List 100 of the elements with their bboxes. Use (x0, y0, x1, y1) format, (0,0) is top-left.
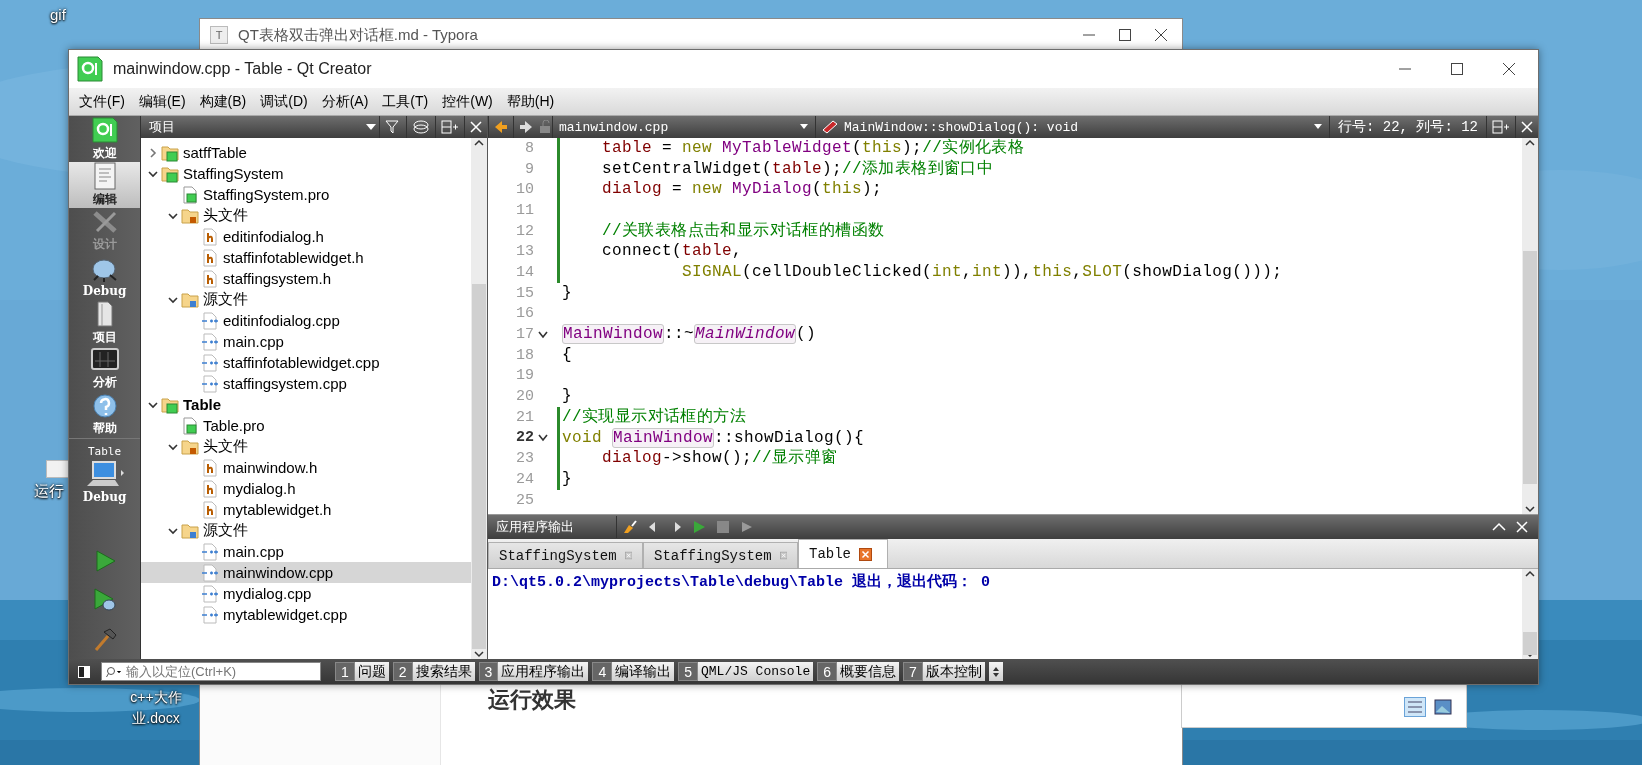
panel-title: 应用程序输出 (495, 518, 575, 536)
close-icon[interactable] (859, 547, 872, 561)
line-number: 17 (515, 326, 534, 344)
mode-tab[interactable]: Debug (69, 254, 140, 300)
project-folder-icon (161, 395, 179, 414)
tree-item[interactable]: 源文件 (141, 289, 471, 310)
sync-icon[interactable] (412, 120, 430, 134)
tree-item[interactable]: satffTable (141, 142, 471, 163)
mode-tab[interactable]: 编辑 (69, 162, 140, 208)
split-icon[interactable] (441, 120, 459, 134)
tree-item[interactable]: editinfodialog.cpp (141, 310, 471, 331)
code-line: SIGNAL(cellDoubleClicked(int,int)),this,SLOT(showDialog())); (681, 262, 1283, 283)
header-file-icon (201, 479, 219, 498)
maximize-icon[interactable] (1118, 28, 1132, 42)
menu-item[interactable]: 文件(F) (73, 89, 131, 114)
thumbnail-view-icon[interactable] (1432, 697, 1454, 717)
scroll-thumb[interactable] (472, 283, 486, 649)
tree-item[interactable]: StaffingSystem.pro (141, 184, 471, 205)
line-number: 25 (515, 491, 534, 509)
back-icon[interactable] (494, 120, 508, 134)
app-logo-icon (75, 55, 105, 83)
folder-icon (181, 206, 199, 225)
menu-item[interactable]: 编辑(E) (132, 89, 192, 114)
dropdown-icon[interactable] (799, 123, 809, 131)
menu-item[interactable]: 分析(A) (315, 89, 375, 114)
code-line: } (561, 469, 572, 490)
output-tab[interactable]: StaffingSystem (488, 542, 643, 568)
source-file-icon (201, 332, 219, 351)
stop-icon[interactable] (716, 520, 730, 534)
scrollbar[interactable] (1522, 569, 1538, 659)
folder-icon (181, 290, 199, 309)
tree-item[interactable]: 头文件 (141, 436, 471, 457)
header-file-icon (201, 248, 219, 267)
tree-item[interactable]: main.cpp (141, 331, 471, 352)
source-file-icon (201, 542, 219, 561)
tree-item[interactable]: staffingsystem.cpp (141, 373, 471, 394)
menu-item[interactable]: 构建(B) (193, 89, 253, 114)
tree-item[interactable]: mytablewidget.h (141, 499, 471, 520)
source-file-icon (201, 605, 219, 624)
window-title: QT表格双击弹出对话框.md - Typora (238, 25, 478, 45)
tree-item[interactable]: Table (141, 394, 471, 415)
forward-icon[interactable] (519, 120, 533, 134)
sidebar-toggle-icon[interactable] (77, 664, 91, 679)
source-file-icon (201, 563, 219, 582)
symbol-combo[interactable]: MainWindow::showDialog(): void (815, 116, 1329, 138)
code-line: setCentralWidget(table);//添加表格到窗口中 (601, 158, 994, 180)
split-icon[interactable] (1492, 120, 1510, 134)
code-line: MainWindow::~MainWindow() (561, 324, 817, 345)
tree-item[interactable]: mydialog.cpp (141, 583, 471, 604)
menu-item[interactable]: 工具(T) (376, 89, 435, 114)
scroll-thumb[interactable] (1523, 632, 1537, 655)
tree-item[interactable]: staffinfotablewidget.h (141, 247, 471, 268)
mode-tab[interactable]: 分析 (69, 346, 140, 392)
tree-item[interactable]: 头文件 (141, 205, 471, 226)
menu-item[interactable]: 帮助(H) (500, 89, 561, 114)
close-icon[interactable] (1154, 28, 1168, 42)
source-file-icon (201, 584, 219, 603)
tree-item[interactable]: mytablewidget.cpp (141, 604, 471, 625)
header-file-icon (201, 458, 219, 477)
menu-item[interactable]: 调试(D) (254, 89, 314, 114)
tree-item[interactable]: editinfodialog.h (141, 226, 471, 247)
line-number: 20 (515, 388, 534, 406)
clear-icon[interactable] (622, 520, 638, 534)
line-number: 15 (515, 284, 534, 302)
tree-item[interactable]: 源文件 (141, 520, 471, 541)
desktop-icon-label[interactable]: c++大作业.docx (115, 687, 197, 729)
locator-field[interactable]: 输入以定位(Ctrl+K) (101, 662, 321, 681)
panel-title[interactable]: 项目 (141, 118, 363, 136)
dropdown-icon[interactable] (363, 122, 379, 132)
tree-item[interactable]: staffinfotablewidget.cpp (141, 352, 471, 373)
tree-item[interactable]: mainwindow.cpp (141, 562, 471, 583)
mode-tab[interactable]: 欢迎 (69, 116, 140, 162)
mode-tab[interactable]: 帮助 (69, 392, 140, 438)
header-file-icon (201, 500, 219, 519)
filter-icon[interactable] (385, 120, 401, 134)
line-number: 11 (515, 201, 534, 219)
tree-item[interactable]: StaffingSystem (141, 163, 471, 184)
rerun-icon[interactable] (692, 520, 706, 534)
output-tab[interactable]: StaffingSystem (643, 542, 798, 568)
menu-item[interactable]: 控件(W) (436, 89, 499, 114)
scrollbar[interactable] (1522, 138, 1538, 514)
tree-item[interactable]: mainwindow.h (141, 457, 471, 478)
tree-item[interactable]: main.cpp (141, 541, 471, 562)
scroll-thumb[interactable] (1523, 250, 1537, 484)
target-selector[interactable]: Table Debug (69, 438, 140, 510)
maximize-icon[interactable] (1450, 62, 1464, 76)
tree-item[interactable]: mydialog.h (141, 478, 471, 499)
attach-icon[interactable] (740, 520, 754, 534)
dropdown-icon[interactable] (1313, 123, 1323, 131)
tree-item[interactable]: staffingsystem.h (141, 268, 471, 289)
line-number: 9 (524, 160, 534, 178)
tree-item[interactable]: Table.pro (141, 415, 471, 436)
line-number: 16 (515, 305, 534, 323)
line-number: 10 (515, 181, 534, 199)
scrollbar[interactable] (471, 138, 487, 659)
mode-tab[interactable]: 项目 (69, 300, 140, 346)
output-tab[interactable]: Table (798, 539, 888, 568)
heading: 运行效果 (488, 686, 576, 714)
close-icon[interactable] (1502, 62, 1516, 76)
folder-icon (181, 521, 199, 540)
